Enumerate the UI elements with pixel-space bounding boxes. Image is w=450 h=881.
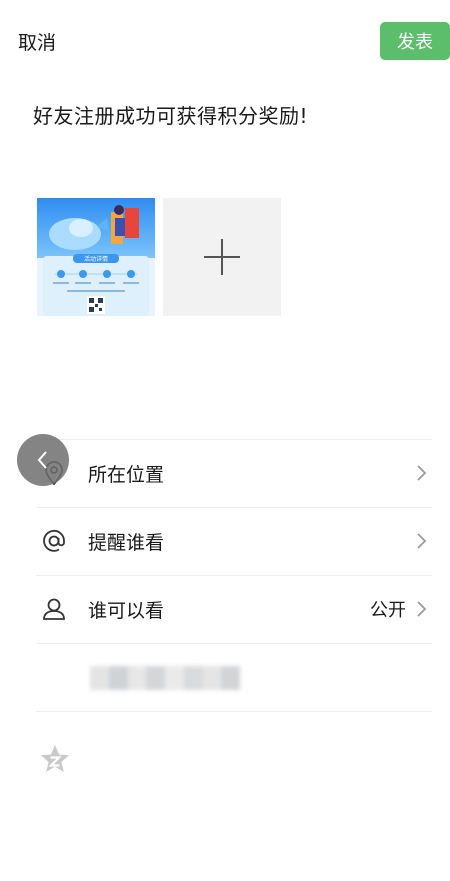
add-image-button[interactable] xyxy=(163,198,281,316)
promo-image: 活动详情 xyxy=(37,198,155,316)
chevron-right-icon xyxy=(417,533,427,549)
thumbnail-caption: 活动详情 xyxy=(84,255,108,263)
post-compose-screen: 取消 发表 好友注册成功可获得积分奖励! 活动详情 所在位置 提醒谁看 谁可以看… xyxy=(0,0,450,881)
location-row[interactable]: 所在位置 xyxy=(36,440,432,506)
visibility-row[interactable]: 谁可以看 公开 xyxy=(36,576,432,642)
location-label: 所在位置 xyxy=(88,463,165,486)
chevron-right-icon xyxy=(417,465,427,481)
person-icon xyxy=(36,591,72,627)
plus-icon xyxy=(204,239,240,275)
cancel-button[interactable]: 取消 xyxy=(18,28,56,55)
divider xyxy=(36,711,432,712)
post-text-input[interactable]: 好友注册成功可获得积分奖励! xyxy=(33,100,308,129)
star-icon[interactable] xyxy=(38,742,72,776)
remind-row[interactable]: 提醒谁看 xyxy=(36,508,432,574)
back-button[interactable] xyxy=(17,434,69,486)
visibility-label: 谁可以看 xyxy=(88,599,165,622)
divider xyxy=(36,643,432,644)
redacted-content xyxy=(90,666,240,690)
visibility-value: 公开 xyxy=(370,600,406,621)
chevron-left-icon xyxy=(37,451,47,469)
remind-label: 提醒谁看 xyxy=(88,531,165,554)
attached-image-thumbnail[interactable]: 活动详情 xyxy=(37,198,155,316)
chevron-right-icon xyxy=(417,601,427,617)
publish-button[interactable]: 发表 xyxy=(380,22,450,60)
at-icon xyxy=(36,523,72,559)
